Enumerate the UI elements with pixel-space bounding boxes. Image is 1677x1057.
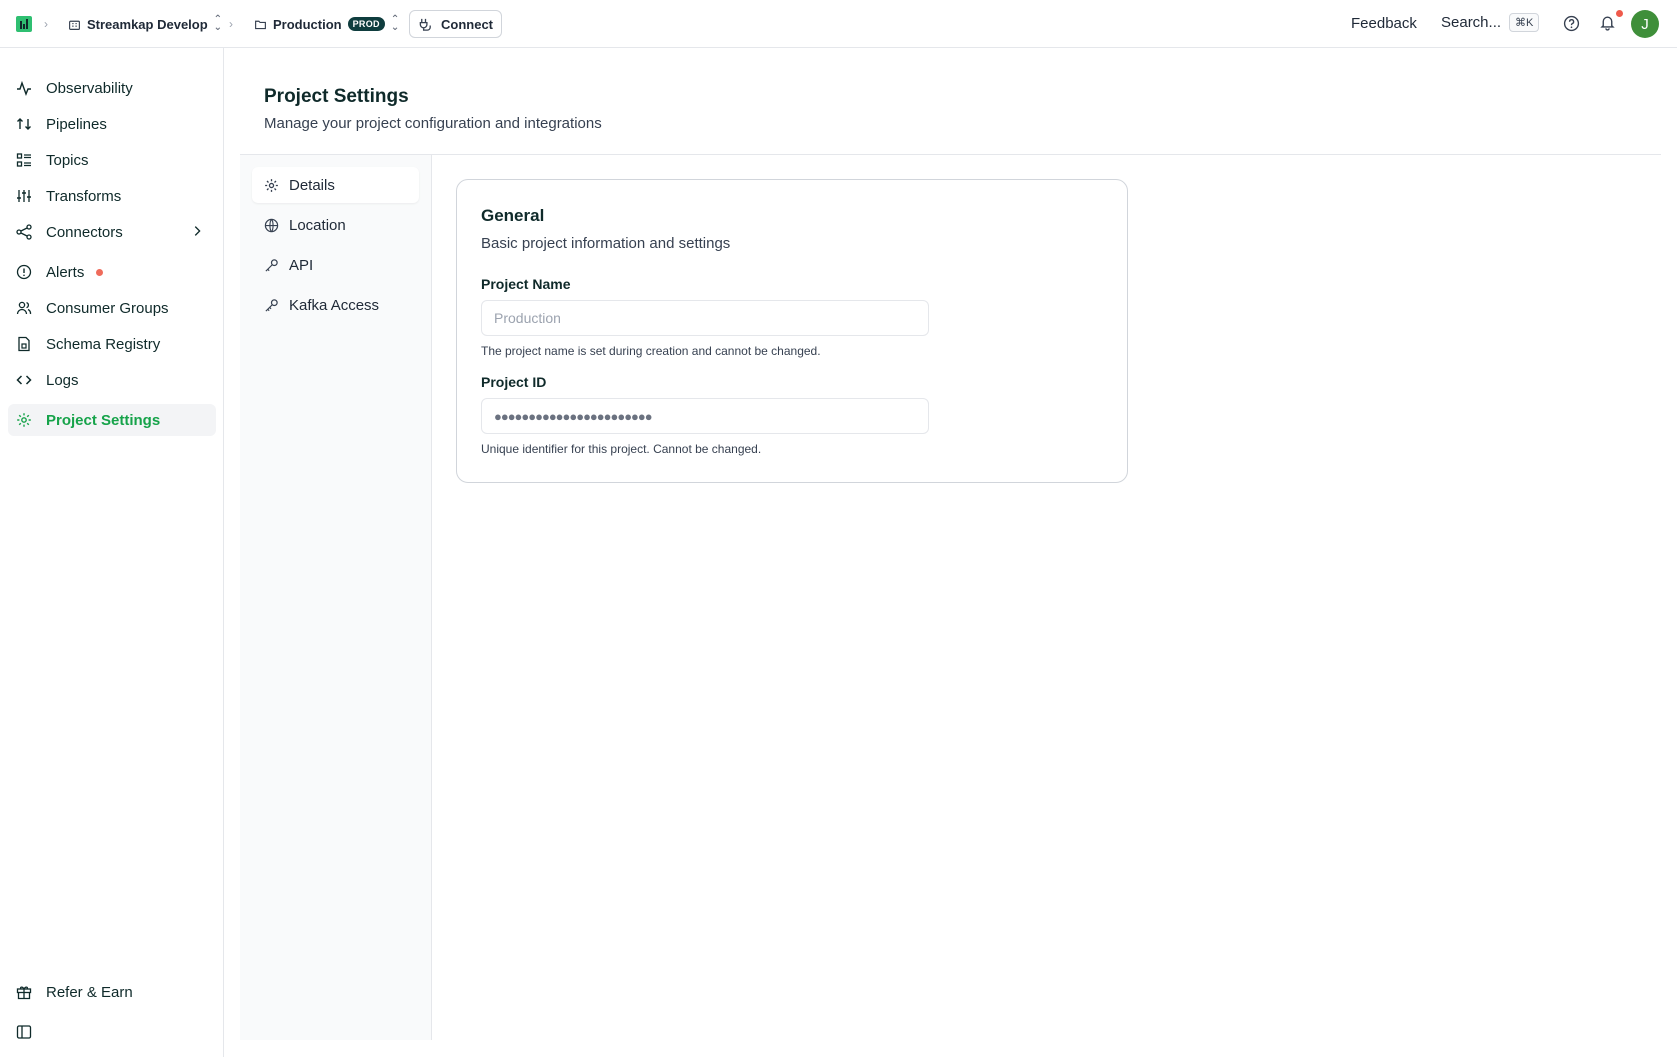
chevron-right-icon[interactable]	[190, 224, 204, 238]
sidebar-item-label: Logs	[46, 371, 79, 389]
subnav-item-kafka-access[interactable]: Kafka Access	[252, 287, 419, 323]
connect-label: Connect	[441, 16, 493, 32]
workspace-switcher[interactable]: Streamkap Develop ⌃ ⌄	[68, 13, 222, 35]
arrows-up-down-icon	[17, 118, 31, 130]
project-id-field[interactable]: ●●●●●●●●●●●●●●●●●●●●●●●	[481, 398, 929, 434]
subnav-item-label: API	[289, 256, 314, 274]
sidebar-item-transforms[interactable]: Transforms	[8, 180, 216, 212]
sidebar-item-label: Connectors	[46, 223, 123, 241]
sidebar-item-label: Alerts	[46, 263, 85, 281]
sidebar-item-label: Observability	[46, 79, 133, 97]
sidebar-item-label: Consumer Groups	[46, 299, 169, 317]
divider	[240, 154, 1661, 155]
card-title: General	[481, 206, 545, 225]
feedback-link[interactable]: Feedback	[1351, 15, 1417, 32]
project-switcher[interactable]: Production PROD ⌃ ⌄	[254, 13, 399, 35]
sidebar-item-observability[interactable]: Observability	[8, 72, 216, 104]
subnav-item-label: Details	[289, 176, 335, 194]
subnav-item-label: Location	[289, 216, 346, 234]
users-icon	[16, 301, 32, 315]
sidebar-item-schema-registry[interactable]: Schema Registry	[8, 328, 216, 360]
sidebar-item-label: Project Settings	[46, 411, 161, 429]
key-icon	[265, 298, 278, 312]
bell-icon[interactable]	[1599, 14, 1616, 31]
top-bar: › Streamkap Develop ⌃ ⌄ › Production PROD…	[0, 0, 1677, 48]
subnav-item-label: Kafka Access	[289, 296, 380, 314]
sidebar-item-label: Refer & Earn	[46, 983, 133, 1001]
page-title: Project Settings	[264, 86, 409, 107]
sidebar-item-alerts[interactable]: Alerts	[8, 256, 216, 288]
sidebar: Observability Pipelines Topics Transform…	[0, 48, 224, 1057]
sidebar-item-label: Schema Registry	[46, 335, 161, 353]
alert-indicator-dot	[96, 268, 104, 276]
gear-icon	[17, 413, 31, 427]
sidebar-item-consumer-groups[interactable]: Consumer Groups	[8, 292, 216, 324]
chevron-up-down-icon: ⌃ ⌄	[213, 14, 223, 33]
streamkap-logo[interactable]	[16, 16, 32, 32]
search-trigger[interactable]: Search... ⌘K	[1441, 13, 1540, 32]
sidebar-item-topics[interactable]: Topics	[8, 144, 216, 176]
gear-icon	[265, 178, 278, 192]
list-icon	[16, 153, 31, 167]
sidebar-item-label: Pipelines	[46, 115, 107, 133]
notification-dot	[1616, 10, 1623, 17]
sidebar-item-label: Transforms	[46, 187, 122, 205]
activity-icon	[17, 80, 31, 96]
help-icon[interactable]	[1563, 15, 1580, 32]
globe-icon	[264, 218, 279, 232]
folder-icon	[255, 20, 266, 29]
sidebar-item-connectors[interactable]: Connectors	[8, 216, 216, 248]
user-avatar[interactable]: J	[1631, 10, 1659, 38]
project-name: Production	[273, 16, 342, 32]
chevron-up-down-icon: ⌃ ⌄	[390, 14, 400, 33]
sidebar-item-project-settings[interactable]: Project Settings	[8, 404, 216, 436]
sidebar-item-pipelines[interactable]: Pipelines	[8, 108, 216, 140]
env-badge: PROD	[347, 17, 385, 31]
sliders-icon	[17, 190, 31, 202]
workspace-name: Streamkap Develop	[87, 16, 208, 32]
panel-left-icon	[16, 1025, 32, 1039]
page-subtitle: Manage your project configuration and in…	[264, 115, 602, 132]
code-icon	[16, 375, 32, 385]
subnav-item-location[interactable]: Location	[252, 207, 419, 243]
project-id-label: Project ID	[481, 374, 547, 390]
search-label: Search...	[1441, 14, 1502, 31]
subnav-item-details[interactable]: Details	[252, 167, 419, 203]
project-name-help: The project name is set during creation …	[481, 344, 821, 358]
chevron-right-icon: ›	[229, 17, 233, 31]
chevron-right-icon: ›	[44, 17, 48, 31]
subnav-item-api[interactable]: API	[252, 247, 419, 283]
project-name-label: Project Name	[481, 276, 571, 292]
building-icon	[69, 20, 80, 30]
project-id-help: Unique identifier for this project. Cann…	[481, 442, 762, 456]
share-nodes-icon	[16, 224, 32, 240]
general-settings-card: General Basic project information and se…	[456, 179, 1128, 483]
gift-icon	[16, 986, 32, 1000]
search-shortcut: ⌘K	[1509, 13, 1540, 32]
alert-circle-icon	[16, 264, 32, 280]
sidebar-item-logs[interactable]: Logs	[8, 364, 216, 396]
plug-icon	[419, 18, 431, 31]
project-name-field[interactable]: Production	[481, 300, 929, 336]
sidebar-item-refer-earn[interactable]: Refer & Earn	[8, 976, 216, 1008]
sidebar-item-label: Topics	[46, 151, 89, 169]
card-subtitle: Basic project information and settings	[481, 235, 731, 252]
connect-button[interactable]: Connect	[409, 10, 502, 38]
key-icon	[265, 258, 278, 272]
sidebar-collapse-toggle[interactable]	[8, 1016, 216, 1048]
settings-subnav: Details Location API Kafka Access	[240, 155, 432, 1040]
file-schema-icon	[18, 336, 30, 352]
